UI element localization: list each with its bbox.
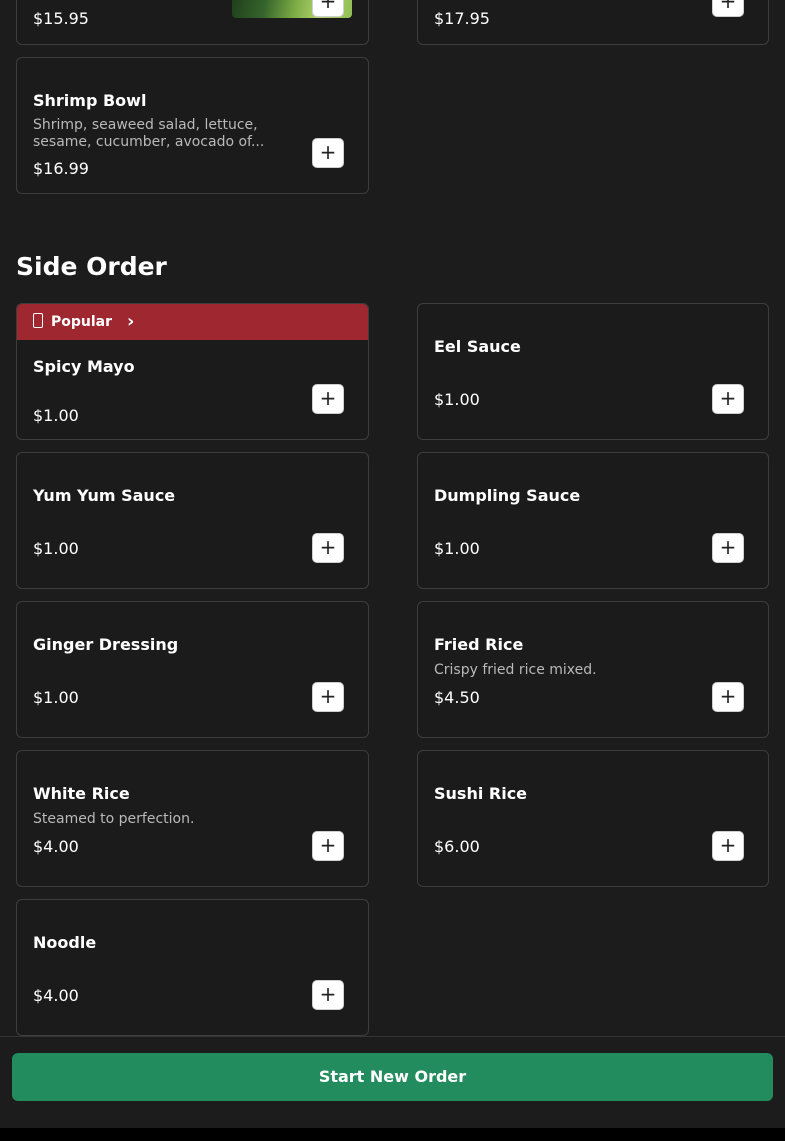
add-item-button[interactable]: + [312, 831, 344, 861]
start-new-order-button[interactable]: Start New Order [12, 1053, 773, 1101]
menu-item-card[interactable]: Ginger Dressing $1.00 + [16, 601, 369, 738]
badge-label: Popular [51, 314, 113, 330]
item-price: $6.00 [434, 837, 480, 856]
item-description: Steamed to perfection. [33, 811, 195, 827]
menu-item-card[interactable]: Yum Yum Sauce $1.00 + [16, 452, 369, 589]
item-name: Ginger Dressing [33, 635, 179, 654]
footer-bar: Start New Order [0, 1036, 785, 1129]
add-item-button[interactable]: + [312, 138, 344, 168]
item-name: Sushi Rice [434, 784, 528, 803]
add-item-button[interactable]: + [312, 384, 344, 414]
add-item-button[interactable]: + [312, 980, 344, 1010]
menu-item-card[interactable]: $15.95 + [16, 0, 369, 45]
chevron-right-icon: › [127, 311, 135, 332]
menu-item-card[interactable]: Fried Rice Crispy fried rice mixed. $4.5… [417, 601, 769, 738]
section-title: Side Order [16, 252, 167, 281]
item-name: Shrimp Bowl [33, 91, 147, 110]
item-description: sesame, cucumber, avocado of... [33, 134, 265, 150]
item-name: Spicy Mayo [33, 357, 135, 376]
menu-item-card[interactable]: $17.95 + [417, 0, 769, 45]
add-item-button[interactable]: + [312, 533, 344, 563]
add-item-button[interactable]: + [712, 831, 744, 861]
menu-item-card[interactable]: Noodle $4.00 + [16, 899, 369, 1036]
menu-item-card[interactable]: White Rice Steamed to perfection. $4.00 … [16, 750, 369, 887]
item-price: $1.00 [434, 539, 480, 558]
item-name: Noodle [33, 933, 97, 952]
item-name: Yum Yum Sauce [33, 486, 176, 505]
item-price: $17.95 [434, 9, 490, 28]
bottom-edge [0, 1128, 785, 1141]
add-item-button[interactable]: + [312, 682, 344, 712]
add-item-button[interactable]: + [712, 384, 744, 414]
menu-item-card[interactable]: Sushi Rice $6.00 + [417, 750, 769, 887]
item-price: $1.00 [33, 539, 79, 558]
menu-item-card[interactable]: Eel Sauce $1.00 + [417, 303, 769, 440]
item-description: Shrimp, seaweed salad, lettuce, [33, 117, 258, 133]
item-price: $1.00 [33, 688, 79, 707]
item-price: $4.50 [434, 688, 480, 707]
item-name: Eel Sauce [434, 337, 521, 356]
menu-item-card[interactable]: Popular › Spicy Mayo $1.00 + [16, 303, 369, 440]
item-price: $16.99 [33, 159, 89, 178]
item-price: $15.95 [33, 9, 89, 28]
item-price: $4.00 [33, 837, 79, 856]
add-item-button[interactable]: + [712, 533, 744, 563]
item-description: Crispy fried rice mixed. [434, 662, 597, 678]
menu-item-card[interactable]: Shrimp Bowl Shrimp, seaweed salad, lettu… [16, 57, 369, 194]
item-name: White Rice [33, 784, 130, 803]
item-price: $4.00 [33, 986, 79, 1005]
item-price: $1.00 [33, 406, 79, 425]
item-price: $1.00 [434, 390, 480, 409]
add-item-button[interactable]: + [312, 0, 344, 17]
add-item-button[interactable]: + [712, 682, 744, 712]
menu-item-card[interactable]: Dumpling Sauce $1.00 + [417, 452, 769, 589]
popular-badge[interactable]: Popular › [17, 304, 368, 340]
add-item-button[interactable]: + [712, 0, 744, 17]
item-name: Fried Rice [434, 635, 524, 654]
item-name: Dumpling Sauce [434, 486, 581, 505]
fire-icon [33, 313, 43, 328]
